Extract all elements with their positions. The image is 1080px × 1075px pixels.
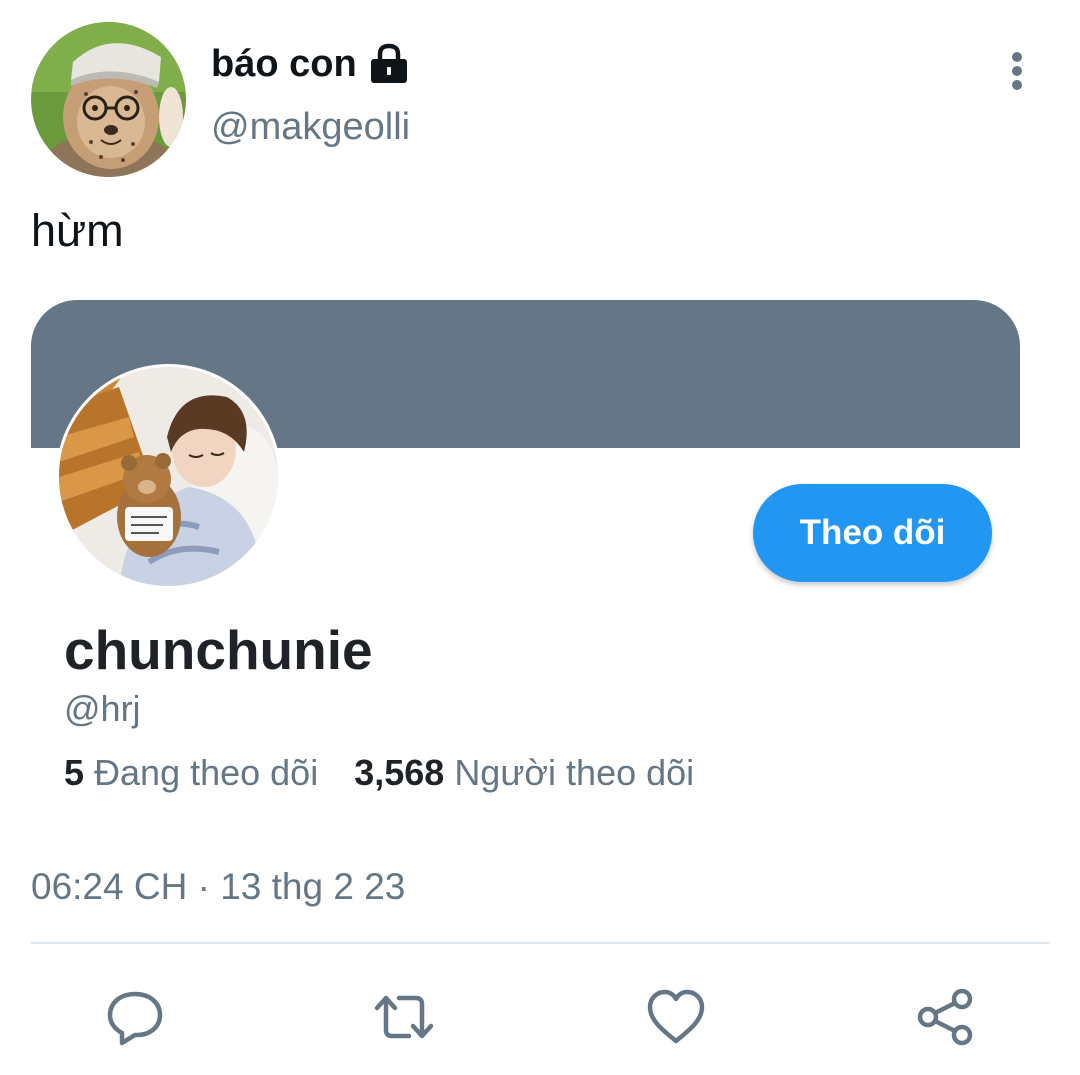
like-icon <box>647 989 705 1044</box>
action-divider <box>31 942 1050 944</box>
following-label[interactable]: Đang theo dõi <box>94 752 318 794</box>
author-name-row: báo con <box>211 38 409 90</box>
more-vertical-icon <box>1012 52 1022 90</box>
lock-icon <box>369 43 409 85</box>
tweet-timestamp: 06:24 CH · 13 thg 2 23 <box>31 866 406 907</box>
retweet-button[interactable] <box>373 986 435 1048</box>
author-avatar[interactable] <box>31 22 186 177</box>
retweet-icon <box>374 995 434 1039</box>
profile-card-avatar[interactable] <box>56 364 281 589</box>
tweet-detail-view: báo con @makgeolli hừm Theo dõi chunchun… <box>0 0 1080 1075</box>
profile-card-handle[interactable]: @hrj <box>64 688 141 730</box>
author-display-name[interactable]: báo con <box>211 43 357 86</box>
profile-card-stats: 5 Đang theo dõi 3,568 Người theo dõi <box>64 752 694 794</box>
share-icon <box>917 988 973 1046</box>
cheetah-cub-avatar <box>31 22 186 177</box>
reply-button[interactable] <box>104 986 166 1048</box>
profile-card-name[interactable]: chunchunie <box>64 618 373 682</box>
like-button[interactable] <box>645 986 707 1048</box>
author-handle[interactable]: @makgeolli <box>211 106 410 149</box>
profile-photo-avatar <box>59 367 278 586</box>
more-options-button[interactable] <box>997 48 1037 94</box>
tweet-text: hừm <box>31 205 124 256</box>
followers-label[interactable]: Người theo dõi <box>454 752 694 794</box>
follow-button[interactable]: Theo dõi <box>753 484 992 582</box>
reply-icon <box>107 991 163 1046</box>
following-count[interactable]: 5 <box>64 752 84 794</box>
share-button[interactable] <box>915 986 977 1048</box>
followers-count[interactable]: 3,568 <box>354 752 444 794</box>
